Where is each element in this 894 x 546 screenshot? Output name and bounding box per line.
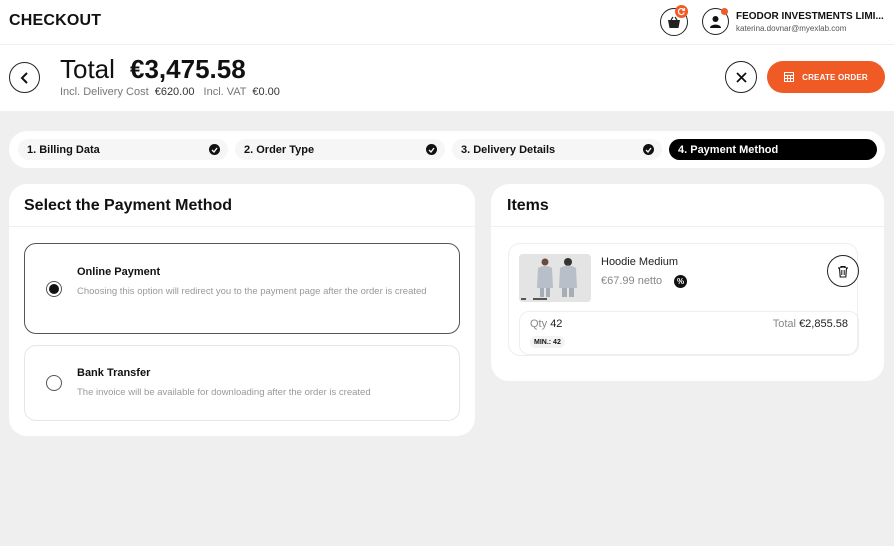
step-label: 2. Order Type <box>244 143 315 156</box>
line-total: Total €2,855.58 <box>773 318 848 330</box>
payment-option-online[interactable]: Online Payment Choosing this option will… <box>24 243 460 334</box>
order-summary-header: Total €3,475.58 Incl. Delivery Cost €620… <box>0 45 894 111</box>
user-icon <box>710 16 721 28</box>
list-item: Hoodie Medium €67.99 netto % Qty 42 MIN.… <box>508 243 859 356</box>
payment-option-bank-transfer[interactable]: Bank Transfer The invoice will be availa… <box>24 345 460 421</box>
cost-breakdown: Incl. Delivery Cost €620.00 Incl. VAT €0… <box>60 86 286 98</box>
step-label: 3. Delivery Details <box>461 143 556 156</box>
product-image <box>519 254 591 302</box>
option-title: Online Payment <box>77 266 161 278</box>
notification-dot <box>721 8 728 15</box>
chevron-left-icon <box>20 71 28 84</box>
back-button[interactable] <box>9 62 40 93</box>
quantity: Qty 42 <box>530 318 562 330</box>
step-label: 1. Billing Data <box>27 143 100 156</box>
delete-item-button[interactable] <box>827 255 859 287</box>
option-title: Bank Transfer <box>77 367 151 379</box>
close-button[interactable] <box>725 61 757 93</box>
delivery-cost-label: Incl. Delivery Cost <box>60 86 149 98</box>
top-bar: CHECKOUT FEODOR INVESTMENTS LIMI... kate… <box>0 0 894 44</box>
qty-label: Qty <box>530 318 548 330</box>
trash-icon <box>838 265 848 278</box>
line-total-value: €2,855.58 <box>799 318 848 330</box>
grid-icon <box>784 72 795 82</box>
radio-bank-transfer[interactable] <box>46 375 62 391</box>
user-email: katerina.dovnar@myexlab.com <box>736 24 847 33</box>
vat-value: €0.00 <box>252 86 280 98</box>
radio-online-payment[interactable] <box>46 281 62 297</box>
create-order-label: CREATE ORDER <box>802 72 868 82</box>
step-payment-method[interactable]: 4. Payment Method <box>669 139 877 160</box>
close-icon <box>735 71 747 83</box>
check-icon <box>209 144 220 155</box>
product-price: €67.99 netto <box>601 275 663 287</box>
discount-icon: % <box>674 275 687 288</box>
items-title: Items <box>507 197 549 214</box>
divider <box>9 226 475 227</box>
product-name: Hoodie Medium <box>601 256 679 268</box>
item-quantity-summary: Qty 42 MIN.: 42 Total €2,855.58 <box>519 311 859 355</box>
create-order-button[interactable]: CREATE ORDER <box>767 61 885 93</box>
step-order-type[interactable]: 2. Order Type <box>235 139 445 160</box>
vat-label: Incl. VAT <box>203 86 247 98</box>
delivery-cost-value: €620.00 <box>154 86 195 98</box>
page-title: CHECKOUT <box>9 12 102 29</box>
option-description: The invoice will be available for downlo… <box>77 387 371 398</box>
total-value: €3,475.58 <box>130 54 246 84</box>
total-label: Total <box>60 54 115 84</box>
qty-value: 42 <box>550 318 563 330</box>
line-total-label: Total <box>772 318 796 330</box>
checkout-stepper: 1. Billing Data 2. Order Type 3. Deliver… <box>9 131 885 168</box>
refresh-icon <box>675 5 688 18</box>
check-icon <box>426 144 437 155</box>
step-delivery-details[interactable]: 3. Delivery Details <box>452 139 662 160</box>
step-label: 4. Payment Method <box>678 143 779 156</box>
check-icon <box>643 144 654 155</box>
company-name[interactable]: FEODOR INVESTMENTS LIMI... <box>736 11 886 22</box>
radio-selected-dot <box>49 284 59 294</box>
min-quantity-badge: MIN.: 42 <box>530 336 565 348</box>
payment-method-title: Select the Payment Method <box>24 197 233 214</box>
divider <box>491 226 884 227</box>
option-description: Choosing this option will redirect you t… <box>77 286 427 297</box>
step-billing-data[interactable]: 1. Billing Data <box>18 139 228 160</box>
